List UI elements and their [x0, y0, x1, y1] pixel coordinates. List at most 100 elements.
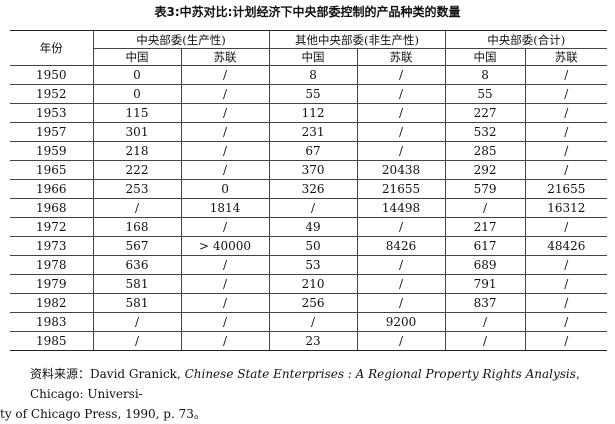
value-cell: /: [180, 255, 270, 275]
value-cell: /: [180, 65, 270, 85]
value-cell: /: [180, 293, 270, 313]
year-cell: 1978: [10, 255, 93, 275]
group-header-nonproductive: 其他中央部委(非生产性): [268, 30, 446, 49]
sub-header: 中国: [444, 48, 526, 66]
value-cell: /: [180, 217, 270, 237]
value-cell: /: [180, 103, 270, 123]
value-cell: 0: [92, 84, 181, 104]
value-cell: 791: [444, 274, 526, 294]
value-cell: 581: [92, 274, 181, 294]
year-header: 年份: [10, 30, 93, 66]
value-cell: /: [268, 198, 358, 218]
value-cell: 617: [444, 236, 526, 256]
table-body: 1950 0/8/8/1952 0/55/55/1953 115/112/227/19…: [10, 65, 608, 351]
value-cell: /: [180, 122, 270, 142]
value-cell: 210: [268, 274, 358, 294]
table-row: 1952 0/55/55/: [10, 84, 608, 104]
value-cell: 55: [444, 84, 526, 104]
value-cell: 532: [444, 122, 526, 142]
table-row: 1959 218/67/285/: [10, 141, 608, 161]
value-cell: 636: [92, 255, 181, 275]
value-cell: /: [524, 122, 608, 142]
value-cell: 370: [268, 160, 358, 180]
value-cell: /: [92, 331, 181, 351]
value-cell: 49: [268, 217, 358, 237]
year-cell: 1966: [10, 179, 93, 199]
value-cell: /: [524, 141, 608, 161]
year-cell: 1952: [10, 84, 93, 104]
value-cell: /: [180, 160, 270, 180]
source-publisher-cont: ty of Chicago Press, 1990, p. 73。: [0, 407, 206, 421]
value-cell: 8: [444, 65, 526, 85]
table-row: 1953 115/112/227/: [10, 103, 608, 123]
value-cell: 581: [92, 293, 181, 313]
value-cell: /: [180, 84, 270, 104]
value-cell: 301: [92, 122, 181, 142]
value-cell: /: [356, 217, 446, 237]
sub-header: 中国: [92, 48, 181, 66]
value-cell: 837: [444, 293, 526, 313]
value-cell: 23: [268, 331, 358, 351]
value-cell: 168: [92, 217, 181, 237]
value-cell: /: [180, 312, 270, 332]
table-row: 1966 253 0 326 21655 579 21655: [10, 179, 608, 199]
year-cell: 1965: [10, 160, 93, 180]
table-row: 1968/1814/14498/16312: [10, 198, 608, 218]
value-cell: 579: [444, 179, 526, 199]
value-cell: 8426: [356, 236, 446, 256]
table-row: 1973 567 > 40000 50 8426 617 48426: [10, 236, 608, 256]
value-cell: /: [92, 198, 181, 218]
table-row: 1978 636/53/689/: [10, 255, 608, 275]
value-cell: 55: [268, 84, 358, 104]
table-title: 表3:中苏对比:计划经济下中央部委控制的产品种类的数量: [154, 5, 461, 19]
value-cell: 67: [268, 141, 358, 161]
value-cell: /: [180, 274, 270, 294]
value-cell: /: [524, 331, 608, 351]
value-cell: /: [356, 84, 446, 104]
table-row: 1982 581/256/837/: [10, 293, 608, 313]
value-cell: 14498: [356, 198, 446, 218]
value-cell: 1814: [180, 198, 270, 218]
source-author: David Granick,: [90, 367, 185, 381]
value-cell: 253: [92, 179, 181, 199]
document-page: 表3:中苏对比:计划经济下中央部委控制的产品种类的数量 年份 中央部委(生产性)…: [0, 0, 615, 421]
group-header-productive: 中央部委(生产性): [92, 30, 270, 49]
value-cell: 292: [444, 160, 526, 180]
value-cell: /: [356, 103, 446, 123]
year-cell: 1968: [10, 198, 93, 218]
table-row: 1950 0/8/8/: [10, 65, 608, 85]
value-cell: /: [356, 122, 446, 142]
value-cell: /: [524, 160, 608, 180]
year-cell: 1985: [10, 331, 93, 351]
table-row: 1983///9200//: [10, 312, 608, 332]
value-cell: 20438: [356, 160, 446, 180]
year-cell: 1959: [10, 141, 93, 161]
sub-header: 苏联: [180, 48, 270, 66]
year-cell: 1953: [10, 103, 93, 123]
value-cell: 50: [268, 236, 358, 256]
value-cell: 21655: [524, 179, 608, 199]
value-cell: /: [356, 274, 446, 294]
value-cell: /: [356, 293, 446, 313]
value-cell: /: [180, 331, 270, 351]
value-cell: 9200: [356, 312, 446, 332]
value-cell: 53: [268, 255, 358, 275]
value-cell: /: [356, 141, 446, 161]
table-row: 1972 168/49/217/: [10, 217, 608, 237]
value-cell: /: [356, 331, 446, 351]
value-cell: /: [524, 217, 608, 237]
value-cell: /: [444, 331, 526, 351]
value-cell: /: [180, 141, 270, 161]
value-cell: /: [268, 312, 358, 332]
table-row: 1965 222/370 20438 292/: [10, 160, 608, 180]
table-row: 1979 581/210/791/: [10, 274, 608, 294]
value-cell: /: [524, 103, 608, 123]
value-cell: 112: [268, 103, 358, 123]
group-header-total: 中央部委(合计): [444, 30, 608, 49]
year-cell: 1982: [10, 293, 93, 313]
value-cell: /: [444, 312, 526, 332]
source-label: 资料来源：: [30, 367, 91, 381]
value-cell: 227: [444, 103, 526, 123]
value-cell: 256: [268, 293, 358, 313]
value-cell: /: [524, 312, 608, 332]
